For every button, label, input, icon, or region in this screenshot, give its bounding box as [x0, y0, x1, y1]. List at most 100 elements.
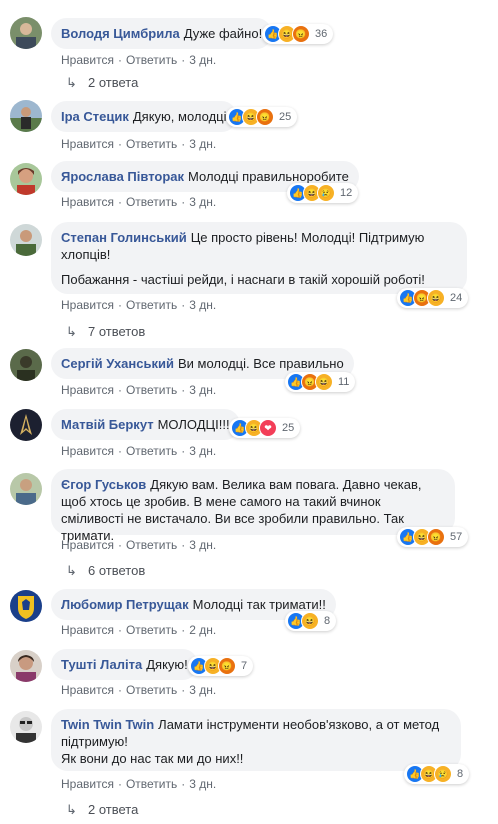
comment-bubble: Степан Голинський Це просто рівень! Молод…: [51, 222, 467, 294]
comment-author[interactable]: Сергій Уханський: [61, 356, 174, 371]
comment-time[interactable]: 3 дн.: [189, 137, 216, 151]
comment-author[interactable]: Володя Цимбрила: [61, 26, 180, 41]
view-replies-link[interactable]: ↳ 7 ответов: [66, 324, 145, 340]
reply-button[interactable]: Ответить: [126, 383, 177, 397]
reaction-count: 57: [450, 531, 463, 543]
sad-reaction-icon: 😢: [317, 184, 335, 202]
comment-time[interactable]: 3 дн.: [189, 444, 216, 458]
like-button[interactable]: Нравится: [61, 53, 114, 67]
comment-author[interactable]: Матвій Беркут: [61, 417, 154, 432]
separator: ·: [117, 444, 122, 458]
avatar[interactable]: [10, 590, 42, 622]
reactions-summary[interactable]: 👍 😆 😠 25: [226, 107, 298, 127]
comment-author[interactable]: Іра Стецик: [61, 109, 129, 124]
angry-reaction-icon: 😠: [427, 528, 445, 546]
reply-button[interactable]: Ответить: [126, 298, 177, 312]
comments-feed: Володя Цимбрила Дуже файно! 👍 😆 😠 36 Нравит…: [0, 0, 498, 824]
reply-button[interactable]: Ответить: [126, 538, 177, 552]
reactions-summary[interactable]: 👍 😆 😢 12: [287, 183, 359, 203]
comment-time[interactable]: 3 дн.: [189, 777, 216, 791]
separator: ·: [117, 623, 122, 637]
separator: ·: [117, 298, 122, 312]
like-button[interactable]: Нравится: [61, 298, 114, 312]
avatar[interactable]: [10, 349, 42, 381]
comment-time[interactable]: 3 дн.: [189, 538, 216, 552]
separator: ·: [117, 137, 122, 151]
comment-text: МОЛОДЦІ!!!: [157, 417, 230, 432]
separator: ·: [117, 683, 122, 697]
comment-time[interactable]: 2 дн.: [189, 623, 216, 637]
comment-author[interactable]: Єгор Гуськов: [61, 477, 146, 492]
comment-author[interactable]: Тушті Лаліта: [61, 657, 142, 672]
avatar[interactable]: [10, 650, 42, 682]
angry-reaction-icon: 😠: [292, 25, 310, 43]
reactions-summary[interactable]: 👍 😆 😠 36: [262, 24, 334, 44]
reaction-count: 25: [279, 111, 292, 123]
comment-bubble: Twin Twin Twin Ламати інструменти необов'…: [51, 709, 461, 771]
reactions-summary[interactable]: 👍 😠 😆 11: [285, 372, 356, 392]
reactions-summary[interactable]: 👍 😆 😠 57: [397, 527, 469, 547]
reply-button[interactable]: Ответить: [126, 137, 177, 151]
like-button[interactable]: Нравится: [61, 777, 114, 791]
avatar[interactable]: [10, 409, 42, 441]
reaction-count: 24: [450, 292, 463, 304]
like-button[interactable]: Нравится: [61, 538, 114, 552]
reply-button[interactable]: Ответить: [126, 195, 177, 209]
separator: ·: [181, 444, 186, 458]
comment-author[interactable]: Степан Голинський: [61, 230, 187, 245]
comment-text: Як вони до нас так ми до них!!: [61, 751, 244, 766]
comment-bubble: Єгор Гуськов Дякую вам. Велика вам повага…: [51, 469, 455, 543]
avatar[interactable]: [10, 224, 42, 256]
comment-actions: Нравится · Ответить · 3 дн.: [61, 683, 216, 697]
comment-time[interactable]: 3 дн.: [189, 683, 216, 697]
view-replies-link[interactable]: ↳ 2 ответа: [66, 802, 138, 818]
reply-button[interactable]: Ответить: [126, 53, 177, 67]
comment-time[interactable]: 3 дн.: [189, 383, 216, 397]
avatar[interactable]: [10, 711, 42, 743]
reply-button[interactable]: Ответить: [126, 777, 177, 791]
reply-arrow-icon: ↳: [66, 802, 77, 817]
comment-text: Побажання - частіші рейди, і наснаги в т…: [61, 272, 425, 287]
avatar[interactable]: [10, 17, 42, 49]
like-button[interactable]: Нравится: [61, 195, 114, 209]
reactions-summary[interactable]: 👍 😠 😆 24: [397, 288, 469, 308]
comment-text: Дуже файно!: [183, 26, 263, 41]
reactions-summary[interactable]: 👍 😆 ❤ 25: [229, 418, 301, 438]
reaction-count: 11: [338, 376, 350, 388]
separator: ·: [181, 137, 186, 151]
comment-time[interactable]: 3 дн.: [189, 53, 216, 67]
reply-button[interactable]: Ответить: [126, 444, 177, 458]
comment-time[interactable]: 3 дн.: [189, 195, 216, 209]
separator: ·: [181, 683, 186, 697]
comment-actions: Нравится · Ответить · 3 дн.: [61, 53, 216, 67]
like-button[interactable]: Нравится: [61, 383, 114, 397]
like-button[interactable]: Нравится: [61, 623, 114, 637]
reply-button[interactable]: Ответить: [126, 683, 177, 697]
comment-time[interactable]: 3 дн.: [189, 298, 216, 312]
reactions-summary[interactable]: 👍 😆 8: [285, 611, 337, 631]
reactions-summary[interactable]: 👍 😆 😠 7: [188, 656, 254, 676]
angry-reaction-icon: 😠: [218, 657, 236, 675]
comment-text: Дякую!: [146, 657, 188, 672]
comment-author[interactable]: Ярослава Півторак: [61, 169, 184, 184]
comment-author[interactable]: Twin Twin Twin: [61, 717, 154, 732]
reactions-summary[interactable]: 👍 😆 😢 8: [404, 764, 470, 784]
like-button[interactable]: Нравится: [61, 444, 114, 458]
reply-button[interactable]: Ответить: [126, 623, 177, 637]
like-button[interactable]: Нравится: [61, 137, 114, 151]
separator: ·: [117, 195, 122, 209]
replies-count: 6 ответов: [88, 563, 146, 578]
avatar[interactable]: [10, 100, 42, 132]
comment-author[interactable]: Любомир Петрущак: [61, 597, 189, 612]
replies-count: 2 ответа: [88, 75, 139, 90]
reply-arrow-icon: ↳: [66, 75, 77, 90]
view-replies-link[interactable]: ↳ 6 ответов: [66, 563, 145, 579]
like-button[interactable]: Нравится: [61, 683, 114, 697]
separator: ·: [117, 538, 122, 552]
love-reaction-icon: ❤: [259, 419, 277, 437]
avatar[interactable]: [10, 163, 42, 195]
avatar[interactable]: [10, 473, 42, 505]
haha-reaction-icon: 😆: [315, 373, 333, 391]
view-replies-link[interactable]: ↳ 2 ответа: [66, 75, 138, 91]
separator: ·: [117, 777, 122, 791]
